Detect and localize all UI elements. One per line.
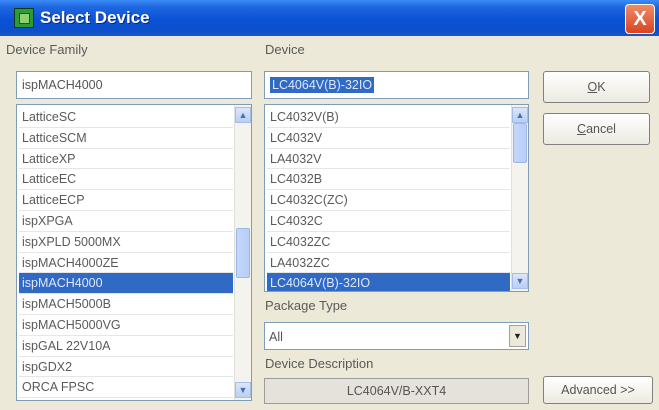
- close-button[interactable]: X: [625, 4, 655, 34]
- cancel-accel: C: [577, 122, 587, 136]
- list-item[interactable]: LA4032ZC: [267, 253, 510, 274]
- device-scrollbar[interactable]: ▲ ▼: [511, 105, 528, 291]
- device-field[interactable]: LC4064V(B)-32IO: [264, 71, 529, 99]
- scroll-up-icon[interactable]: ▲: [512, 107, 528, 123]
- title-bar[interactable]: Select Device X: [0, 0, 659, 36]
- dropdown-arrow-icon[interactable]: ▼: [509, 325, 526, 347]
- list-item[interactable]: ORCA FPSC: [19, 377, 233, 399]
- device-list[interactable]: LC4032V(B) LC4032V LA4032V LC4032B LC4032C(Z…: [264, 104, 529, 292]
- list-item[interactable]: LC4032B: [267, 169, 510, 191]
- list-item[interactable]: LatticeSCM: [19, 128, 233, 149]
- app-icon: [14, 8, 34, 28]
- list-item[interactable]: LatticeXP: [19, 149, 233, 170]
- scroll-down-icon[interactable]: ▼: [235, 382, 251, 398]
- scroll-up-icon[interactable]: ▲: [235, 107, 251, 123]
- cancel-button[interactable]: Cancel: [543, 113, 650, 145]
- device-items: LC4032V(B) LC4032V LA4032V LC4032B LC4032C(Z…: [267, 107, 510, 291]
- device-description-label: Device Description: [265, 356, 374, 371]
- scroll-thumb[interactable]: [236, 227, 250, 278]
- device-family-scrollbar[interactable]: ▲ ▼: [234, 105, 251, 400]
- list-item[interactable]: LatticeECP: [19, 190, 233, 211]
- cancel-label: ancel: [586, 122, 616, 136]
- list-item[interactable]: ispMACH5000B: [19, 294, 233, 315]
- device-label: Device: [265, 42, 305, 57]
- list-item[interactable]: ispMACH4000: [19, 273, 233, 295]
- device-family-label: Device Family: [6, 42, 88, 57]
- list-item[interactable]: ispMACH4000ZE: [19, 253, 233, 274]
- list-item[interactable]: LC4032ZC: [267, 232, 510, 253]
- advanced-button[interactable]: Advanced >>: [543, 376, 653, 404]
- device-description-value: LC4064V/B-XXT4: [264, 378, 529, 404]
- list-item[interactable]: ispGDX2: [19, 357, 233, 378]
- list-item[interactable]: LatticeEC: [19, 169, 233, 191]
- list-item[interactable]: LA4032V: [267, 149, 510, 170]
- device-family-items: LatticeSC LatticeSCM LatticeXP LatticeEC Lat…: [19, 107, 233, 399]
- list-item[interactable]: LC4032C: [267, 211, 510, 232]
- package-type-label: Package Type: [265, 298, 348, 313]
- window-title: Select Device: [40, 8, 150, 27]
- scroll-thumb[interactable]: [513, 123, 527, 163]
- scroll-down-icon[interactable]: ▼: [512, 273, 528, 289]
- ok-button[interactable]: OK: [543, 71, 650, 103]
- device-field-value: LC4064V(B)-32IO: [270, 77, 375, 93]
- package-type-value: All: [269, 330, 283, 344]
- ok-accel: O: [587, 80, 598, 94]
- list-item[interactable]: LC4032C(ZC): [267, 190, 510, 211]
- list-item[interactable]: LC4064V(B)-32IO: [267, 273, 510, 291]
- ok-label: K: [597, 80, 606, 94]
- list-item[interactable]: ispMACH5000VG: [19, 315, 233, 336]
- list-item[interactable]: LatticeSC: [19, 107, 233, 128]
- list-item[interactable]: ispGAL 22V10A: [19, 336, 233, 357]
- list-item[interactable]: ispXPLD 5000MX: [19, 232, 233, 253]
- list-item[interactable]: LC4032V(B): [267, 107, 510, 128]
- list-item[interactable]: ispXPGA: [19, 211, 233, 232]
- device-family-list[interactable]: LatticeSC LatticeSCM LatticeXP LatticeEC Lat…: [16, 104, 252, 401]
- select-device-dialog: Select Device X Device Family ispMACH400…: [0, 0, 659, 410]
- list-item[interactable]: LC4032V: [267, 128, 510, 149]
- device-family-field[interactable]: ispMACH4000: [16, 71, 252, 99]
- package-type-select[interactable]: All ▼: [264, 322, 529, 350]
